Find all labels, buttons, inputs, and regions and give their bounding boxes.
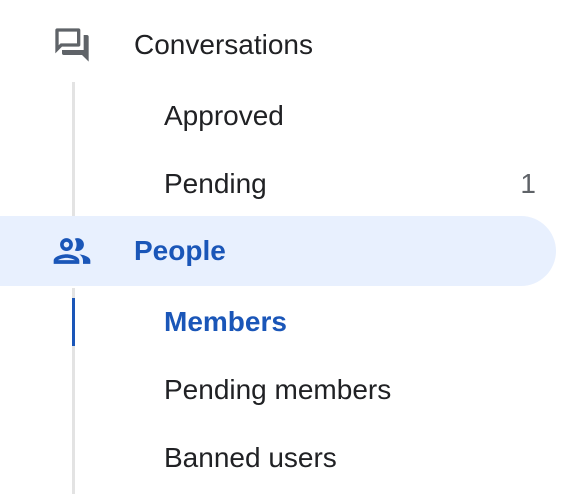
nav-item-members[interactable]: Members [72,288,552,356]
nav-section-people[interactable]: People [0,216,556,286]
nav-item-banned-users[interactable]: Banned users [72,424,552,492]
pending-count-badge: 1 [520,168,536,199]
people-sublist: Members Pending members Banned users [0,288,566,494]
active-marker [72,366,75,414]
nav-item-label: Banned users [164,442,337,473]
people-icon [48,227,96,275]
conversations-sublist: Approved Pending 1 [0,82,566,216]
nav-item-label: Pending [164,168,267,199]
active-marker [72,298,75,346]
nav-item-label: Members [164,306,287,337]
nav-section-conversations[interactable]: Conversations [0,10,556,80]
forum-icon [48,21,96,69]
nav-item-label: Pending members [164,374,392,405]
active-marker [72,434,75,482]
nav-item-pending[interactable]: Pending 1 [72,150,552,218]
sidebar-nav: Conversations Approved Pending 1 People … [0,0,566,494]
nav-item-pending-members[interactable]: Pending members [72,356,552,424]
active-marker [72,92,75,140]
nav-section-label: Conversations [134,29,313,60]
active-marker [72,160,75,208]
nav-item-label: Approved [164,100,284,131]
nav-item-approved[interactable]: Approved [72,82,552,150]
nav-section-label: People [134,235,226,266]
